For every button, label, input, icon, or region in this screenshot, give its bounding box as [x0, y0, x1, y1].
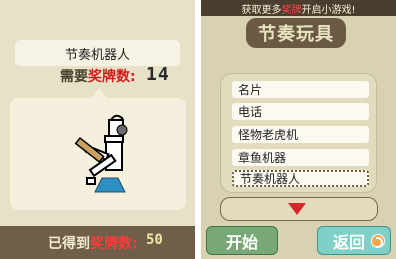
- robot-name: 节奏机器人: [64, 47, 130, 63]
- tip-prefix: 获取更多: [241, 4, 282, 16]
- start-label: 开始: [225, 232, 258, 252]
- tip-highlight: 奖牌: [281, 4, 302, 16]
- back-label: 返回: [332, 232, 365, 252]
- toy-item-monster-slot[interactable]: 怪物老虎机: [232, 126, 369, 143]
- earned-prefix: 已得到: [48, 236, 90, 252]
- stage-pointer: [91, 88, 107, 98]
- earned-medals-label: 已得到奖牌数:: [48, 233, 138, 253]
- toy-item-phone[interactable]: 电话: [232, 103, 369, 120]
- required-prefix: 需要: [60, 69, 88, 85]
- toy-list: 名片 电话 怪物老虎机 章鱼机器 节奏机器人: [220, 73, 377, 193]
- toy-item-octopus-machine[interactable]: 章鱼机器: [232, 149, 369, 166]
- rhythm-toys-banner: 节奏玩具: [246, 18, 346, 48]
- tip-suffix: 开启小游戏!: [301, 4, 356, 16]
- earned-medals-text: 奖牌数:: [90, 236, 138, 252]
- rhythm-robot-illustration: [74, 114, 128, 193]
- back-arrow-icon: [371, 234, 385, 248]
- scroll-down-button[interactable]: [220, 197, 378, 221]
- earned-medals-value: 50: [146, 232, 163, 248]
- toy-item-card[interactable]: 名片: [232, 81, 369, 98]
- toy-item-rhythm-robot[interactable]: 节奏机器人: [232, 170, 369, 187]
- robot-preview-stage: [10, 98, 186, 210]
- toy-list-panel: 获取更多 奖牌 开启小游戏! 节奏玩具 名片 电话 怪物老虎机 章鱼机器 节奏机器人…: [201, 0, 396, 259]
- required-medals-label: 需要奖牌数:: [60, 66, 136, 86]
- down-arrow-icon: [288, 203, 306, 215]
- robot-name-box: 节奏机器人: [15, 40, 180, 66]
- start-button[interactable]: 开始: [206, 226, 278, 255]
- unlock-tip-bar: 获取更多 奖牌 开启小游戏!: [201, 0, 396, 16]
- required-medals-text: 奖牌数:: [88, 69, 136, 85]
- required-medals-value: 14: [146, 64, 170, 85]
- back-button[interactable]: 返回: [317, 226, 391, 255]
- robot-detail-panel: 节奏机器人 需要奖牌数: 14 已得到奖牌数: 50: [0, 0, 195, 259]
